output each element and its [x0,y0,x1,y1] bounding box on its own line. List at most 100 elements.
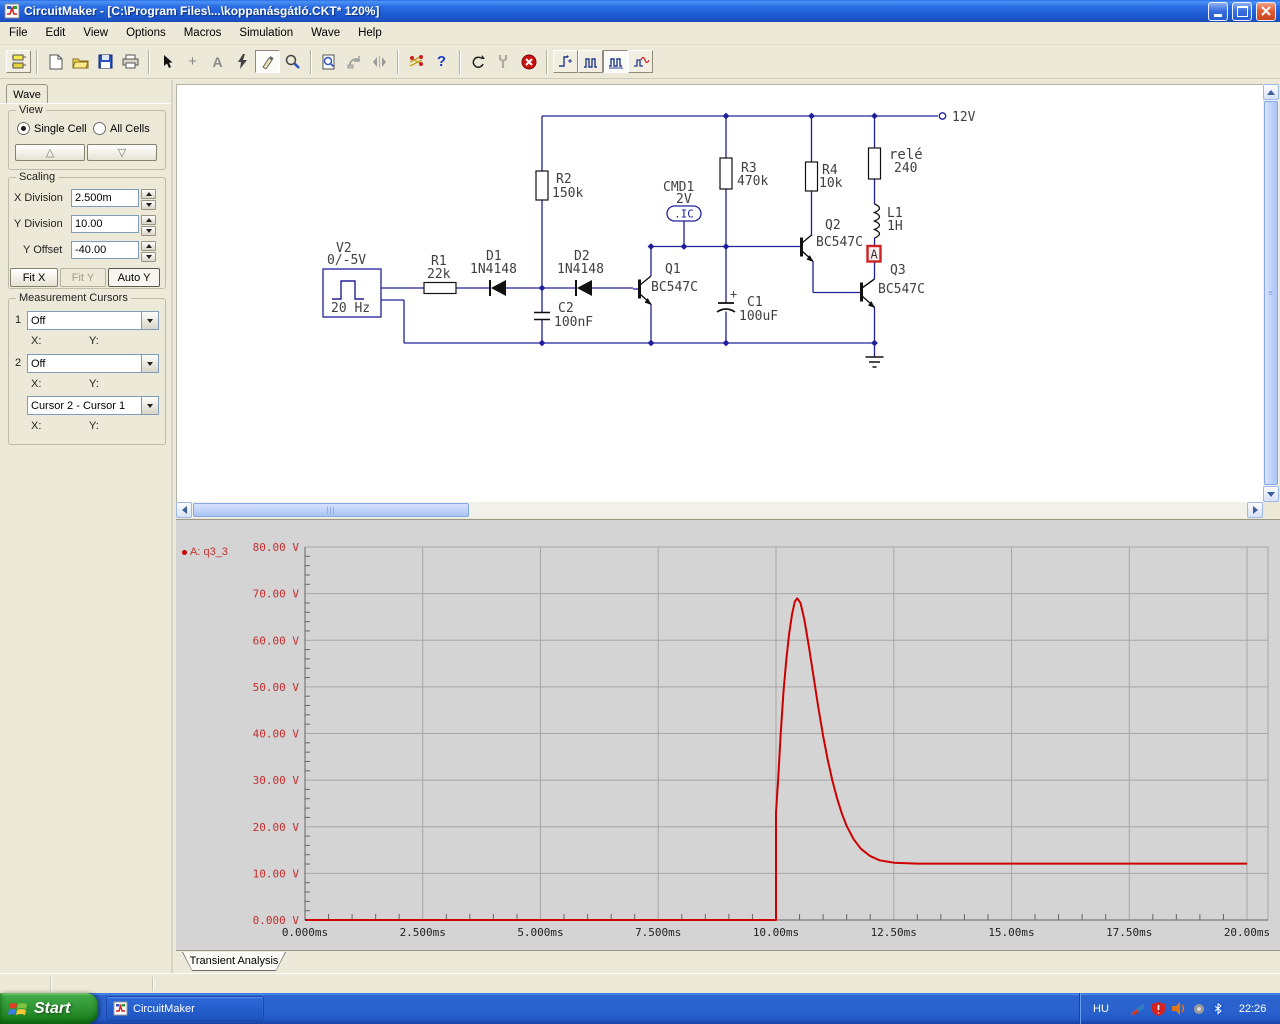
cursor2-select[interactable]: Off [27,354,159,373]
menu-help[interactable]: Help [349,24,391,42]
component-l1[interactable]: L1 1H [872,203,903,239]
cursor-diff-x-label: X: [31,420,42,432]
security-shield-tray-icon[interactable] [1151,1001,1165,1016]
cursor-diff-dropdown-icon[interactable] [141,397,158,414]
x-division-input[interactable]: 2.500m [71,189,139,207]
component-q3[interactable]: Q3 BC547C [860,263,925,308]
rotate-button[interactable] [342,50,367,73]
save-button[interactable] [93,50,118,73]
device-tray-icon[interactable] [1193,1003,1205,1015]
scroll-up-button[interactable] [1263,84,1279,100]
run-simulation-button[interactable] [230,50,255,73]
new-button[interactable] [43,50,68,73]
component-v2[interactable]: V2 0/-5V 20 Hz [322,241,382,318]
menu-wave[interactable]: Wave [302,24,349,42]
menu-edit[interactable]: Edit [37,24,75,42]
component-d2[interactable]: D2 1N4148 [557,249,604,296]
scroll-left-button[interactable] [176,502,192,518]
digital-waveform-button[interactable] [578,50,603,73]
bluetooth-tray-icon[interactable] [1212,1002,1224,1015]
cursor-diff-select[interactable]: Cursor 2 - Cursor 1 [27,396,159,415]
cursor1-dropdown-icon[interactable] [141,312,158,329]
menu-macros[interactable]: Macros [175,24,231,42]
menu-file[interactable]: File [0,24,37,42]
cell-down-button[interactable]: ▽ [87,144,157,161]
menu-view[interactable]: View [74,24,117,42]
help-button[interactable]: ? [429,50,454,73]
component-q2[interactable]: Q2 BC547C [800,218,863,262]
cell-up-button[interactable]: △ [15,144,85,161]
parts-browser-button[interactable] [6,50,31,73]
y-offset-spinner[interactable] [141,241,156,262]
open-button[interactable] [68,50,93,73]
component-r4[interactable]: R4 10k [804,161,843,192]
horizontal-scroll-thumb[interactable]: ||| [193,503,469,517]
stop-simulation-button[interactable] [516,50,541,73]
waveform-plot[interactable]: 80.00 V 70.00 V 60.00 V 50.00 V 40.00 V 30.00… [176,520,1280,951]
language-indicator[interactable]: HU [1093,1003,1109,1015]
lightning-icon [238,54,247,69]
probe-a-marker[interactable]: A [866,244,882,263]
supply-12v-terminal[interactable]: 12V [938,110,976,125]
start-button[interactable]: Start [0,993,98,1024]
x-division-spinner[interactable] [141,189,156,210]
scroll-down-button[interactable] [1263,486,1279,502]
probe-tool-button[interactable] [255,50,280,73]
minimize-button[interactable] [1208,1,1228,21]
step-waveform-button[interactable] [553,50,578,73]
vertical-scroll-thumb[interactable]: ≡ [1264,101,1278,485]
component-cmd1[interactable]: .IC CMD1 2V [663,180,702,222]
svg-text:15.00ms: 15.00ms [988,926,1034,939]
radio-all-cells[interactable]: All Cells [93,122,150,135]
component-d1[interactable]: D1 1N4148 [470,249,517,296]
menu-simulation[interactable]: Simulation [230,24,302,42]
select-button[interactable] [155,50,180,73]
restore-button[interactable] [1232,1,1252,21]
print-button[interactable] [118,50,143,73]
svg-text:20 Hz: 20 Hz [331,301,370,316]
zoom-button[interactable] [280,50,305,73]
fit-x-button[interactable]: Fit X [10,268,58,287]
scroll-right-button[interactable] [1247,502,1263,518]
volume-tray-icon[interactable] [1171,1002,1186,1015]
mirror-button[interactable] [367,50,392,73]
cursor1-select[interactable]: Off [27,311,159,330]
analog-waveform-button[interactable] [603,50,628,73]
place-wire-button[interactable]: + [180,50,205,73]
toolbar-separator [310,49,312,74]
y-offset-input[interactable]: -40.00 [71,241,139,259]
circuit-horizontal-scrollbar[interactable]: ||| [176,502,1263,518]
svg-text:C2: C2 [558,301,574,316]
tab-wave[interactable]: Wave [6,84,48,104]
connectivity-button[interactable] [404,50,429,73]
auto-y-button[interactable]: Auto Y [108,268,160,287]
text-tool-button[interactable]: A [205,50,230,73]
svg-text:12.50ms: 12.50ms [871,926,917,939]
circuit-vertical-scrollbar[interactable]: ≡ [1263,84,1279,502]
component-c2[interactable]: C2 100nF [534,301,593,330]
y-division-input[interactable]: 10.00 [71,215,139,233]
taskbar-item-circuitmaker[interactable]: CircuitMaker [106,996,264,1021]
mixed-waveform-button[interactable] [628,50,653,73]
radio-single-cell[interactable]: Single Cell [17,122,87,135]
component-r2[interactable]: R2 150k [535,170,583,201]
component-r3[interactable]: R3 470k [719,157,768,190]
y-division-spinner[interactable] [141,215,156,236]
pen-tablet-tray-icon[interactable] [1130,1002,1145,1015]
windows-logo-icon [8,1003,27,1015]
component-relay[interactable]: relé 240 [867,147,923,180]
fit-y-button[interactable]: Fit Y [60,268,106,287]
reset-button[interactable] [466,50,491,73]
cursor2-dropdown-icon[interactable] [141,355,158,372]
menu-options[interactable]: Options [117,24,175,42]
tab-transient-analysis[interactable]: Transient Analysis [182,952,286,971]
print-icon [122,54,139,69]
zoom-select-button[interactable] [317,50,342,73]
component-q1[interactable]: Q1 BC547C [633,262,698,305]
schematic-canvas[interactable]: V2 0/-5V 20 Hz R1 22k D1 1N4148 D2 1N414… [176,84,1263,502]
component-r1[interactable]: R1 22k [423,254,457,295]
svg-text:20.00 V: 20.00 V [253,821,300,834]
waveform-plot-panel[interactable]: A: q3_3 80.00 V 70.00 V 60.00 V 50.00 V 40.0… [176,519,1280,950]
close-button[interactable] [1256,1,1276,21]
options-wrench-button[interactable] [491,50,516,73]
